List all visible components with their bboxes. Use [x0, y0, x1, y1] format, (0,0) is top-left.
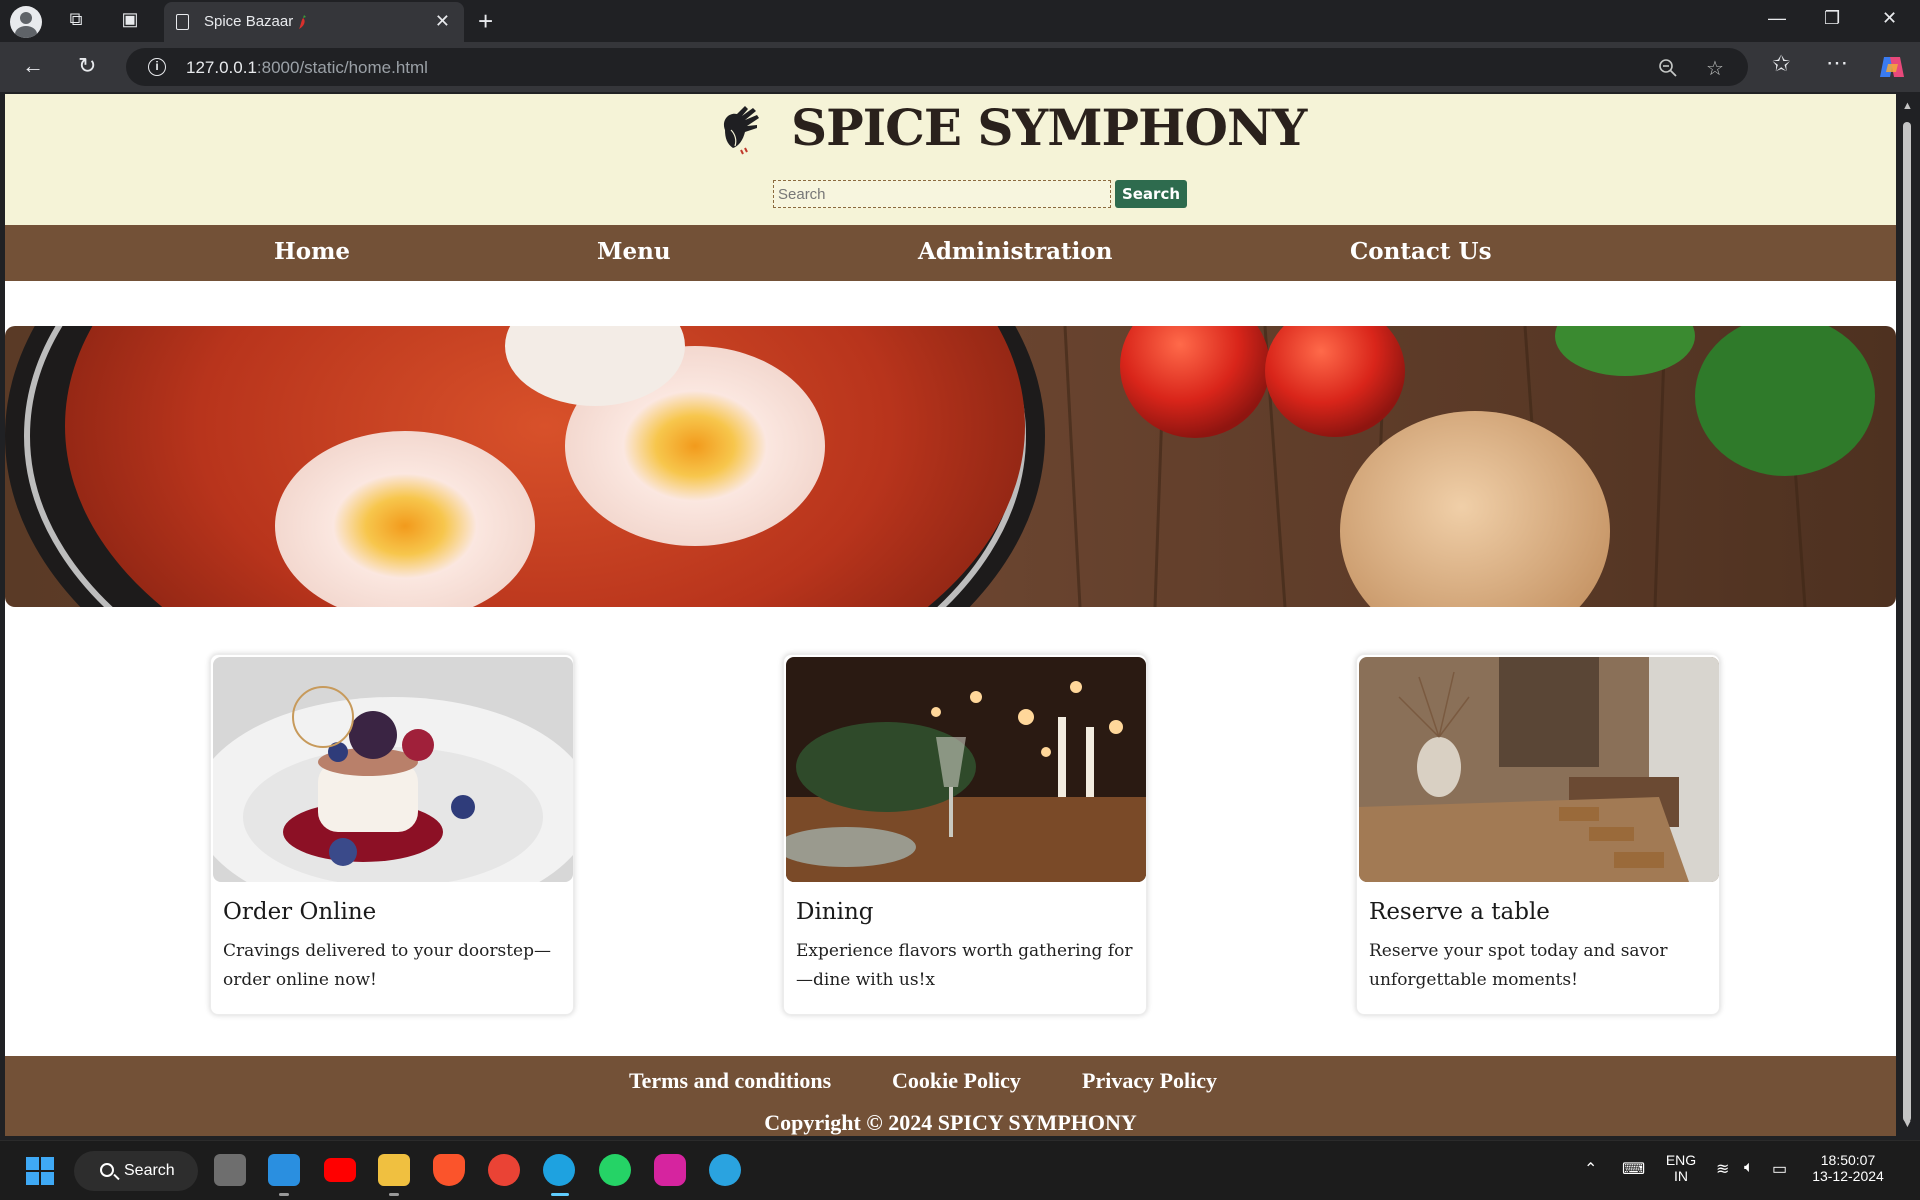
- more-options-icon[interactable]: ⋯: [1826, 51, 1848, 75]
- browser-toolbar: ← ↻ i 127.0.0.1:8000/static/home.html ☆ …: [0, 42, 1920, 92]
- volume-icon[interactable]: 🔈︎: [1744, 1159, 1754, 1177]
- chrome-icon[interactable]: [488, 1154, 520, 1186]
- card-description: Cravings delivered to your doorstep—orde…: [223, 941, 551, 990]
- page-scrollbar[interactable]: ▲ ▼: [1896, 94, 1920, 1136]
- youtube-icon[interactable]: [324, 1158, 356, 1182]
- favorites-icon[interactable]: ✩: [1772, 52, 1790, 76]
- url-path: :8000/static/home.html: [256, 58, 428, 77]
- spice-hand-logo-icon: [723, 106, 759, 155]
- minimize-icon[interactable]: —: [1768, 8, 1786, 29]
- page-document-icon: [176, 14, 189, 30]
- footer-cookie-link[interactable]: Cookie Policy: [892, 1068, 1021, 1094]
- new-tab-button[interactable]: +: [478, 6, 493, 37]
- running-indicator: [389, 1193, 399, 1196]
- main-navigation: Home Menu Administration Contact Us: [5, 225, 1896, 281]
- whatsapp-icon[interactable]: [599, 1154, 631, 1186]
- browser-titlebar: ⧉ ▣ Spice Bazaar ✕ + — ❐ ✕: [0, 0, 1920, 42]
- edge-icon[interactable]: [543, 1154, 575, 1186]
- close-window-icon[interactable]: ✕: [1882, 8, 1897, 29]
- restore-icon[interactable]: ❐: [1824, 8, 1840, 29]
- brand-title: SPICE SYMPHONY: [791, 98, 1307, 157]
- windows-start-icon[interactable]: [26, 1157, 54, 1185]
- hero-banner-image: [5, 326, 1896, 607]
- search-input[interactable]: [773, 180, 1111, 208]
- windows-taskbar: Search ⌃ ⌨ ENG IN ≋ 🔈︎ ▭ 18:50:07 13-12-…: [0, 1140, 1920, 1200]
- card-description: Reserve your spot today and savor unforg…: [1369, 941, 1668, 990]
- card-order-online[interactable]: Order Online Cravings delivered to your …: [210, 654, 574, 1015]
- vertical-tabs-icon[interactable]: ▣: [118, 9, 142, 33]
- zoom-out-icon[interactable]: [1658, 58, 1678, 78]
- wifi-icon[interactable]: ≋: [1716, 1159, 1729, 1179]
- region-code: IN: [1674, 1168, 1688, 1184]
- file-explorer-icon[interactable]: [378, 1154, 410, 1186]
- footer-privacy-link[interactable]: Privacy Policy: [1082, 1068, 1217, 1094]
- reservation-room-image: [1359, 657, 1719, 882]
- tab-spice-bazaar[interactable]: Spice Bazaar ✕: [164, 2, 464, 42]
- battery-icon[interactable]: ▭: [1772, 1159, 1787, 1179]
- telegram-icon[interactable]: [709, 1154, 741, 1186]
- site-info-icon[interactable]: i: [148, 58, 166, 76]
- favorite-star-icon[interactable]: ☆: [1706, 56, 1724, 81]
- card-dining[interactable]: Dining Experience flavors worth gatherin…: [783, 654, 1147, 1015]
- instagram-icon[interactable]: [654, 1154, 686, 1186]
- card-title: Dining: [796, 899, 874, 925]
- url-text[interactable]: 127.0.0.1:8000/static/home.html: [186, 58, 428, 78]
- search-button[interactable]: Search: [1115, 180, 1187, 208]
- task-view-icon[interactable]: [214, 1154, 246, 1186]
- language-indicator[interactable]: ENG IN: [1660, 1152, 1702, 1184]
- dessert-image: [213, 657, 573, 882]
- scroll-down-icon[interactable]: ▼: [1902, 1118, 1913, 1130]
- card-title: Order Online: [223, 899, 377, 925]
- clock-date: 13-12-2024: [1812, 1168, 1884, 1184]
- dining-table-image: [786, 657, 1146, 882]
- profile-avatar-icon[interactable]: [10, 6, 42, 38]
- nav-menu[interactable]: Menu: [597, 238, 671, 265]
- tab-close-icon[interactable]: ✕: [435, 11, 450, 32]
- card-reserve-table[interactable]: Reserve a table Reserve your spot today …: [1356, 654, 1720, 1015]
- nav-administration[interactable]: Administration: [918, 238, 1112, 265]
- chili-pepper-icon: [299, 15, 306, 29]
- clock-time: 18:50:07: [1820, 1152, 1876, 1168]
- brave-icon[interactable]: [433, 1154, 465, 1186]
- taskbar-search-label: Search: [124, 1162, 175, 1179]
- chevron-up-icon[interactable]: ⌃: [1584, 1159, 1597, 1179]
- workspaces-icon[interactable]: ⧉: [64, 9, 88, 33]
- language-code: ENG: [1665, 1152, 1697, 1168]
- copilot-icon[interactable]: [1878, 54, 1906, 80]
- copyright-text: Copyright © 2024 SPICY SYMPHONY: [764, 1110, 1137, 1135]
- site-header: SPICE SYMPHONY Search: [5, 94, 1896, 225]
- nav-contact-us[interactable]: Contact Us: [1350, 238, 1492, 265]
- vscode-icon[interactable]: [268, 1154, 300, 1186]
- card-description: Experience flavors worth gathering for—d…: [796, 941, 1133, 990]
- keyboard-icon[interactable]: ⌨: [1622, 1159, 1645, 1179]
- taskbar-search-button[interactable]: Search: [74, 1151, 198, 1191]
- card-title: Reserve a table: [1369, 899, 1550, 925]
- running-indicator: [279, 1193, 289, 1196]
- url-host: 127.0.0.1: [186, 58, 257, 77]
- back-arrow-icon[interactable]: ←: [22, 54, 44, 78]
- clock[interactable]: 18:50:07 13-12-2024: [1808, 1152, 1888, 1184]
- footer-terms-link[interactable]: Terms and conditions: [629, 1068, 831, 1094]
- address-bar[interactable]: i 127.0.0.1:8000/static/home.html ☆: [126, 48, 1748, 86]
- site-footer: Terms and conditions Cookie Policy Priva…: [5, 1056, 1896, 1136]
- scroll-thumb[interactable]: [1903, 122, 1911, 1122]
- reload-icon[interactable]: ↻: [78, 54, 96, 78]
- active-app-indicator: [551, 1193, 569, 1196]
- scroll-up-icon[interactable]: ▲: [1902, 100, 1913, 112]
- page-viewport: SPICE SYMPHONY Search Home Menu Administ…: [5, 94, 1896, 1136]
- nav-home[interactable]: Home: [274, 238, 350, 265]
- search-icon: [100, 1163, 114, 1177]
- tab-title: Spice Bazaar: [204, 13, 294, 30]
